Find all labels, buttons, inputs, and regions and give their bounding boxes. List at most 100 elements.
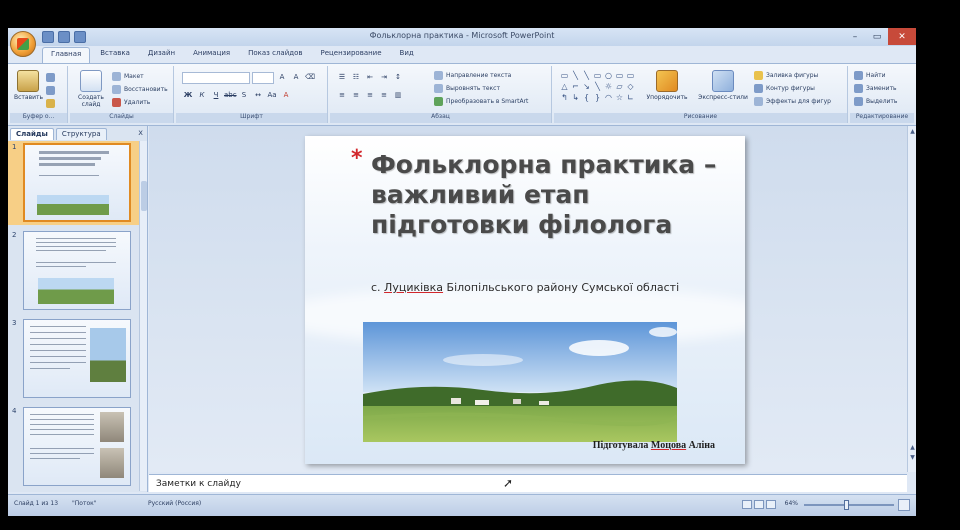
shape-outline-button[interactable]: Контур фигуры [754, 83, 815, 94]
slide-sorter-icon[interactable] [754, 500, 764, 509]
shape-option-17[interactable]: } [593, 93, 602, 102]
delete-slide-button[interactable]: Удалить [112, 97, 150, 108]
align-left-icon[interactable]: ≡ [336, 90, 348, 101]
next-slide-icon[interactable]: ▼ [909, 454, 916, 462]
font-name-combo[interactable] [182, 72, 250, 84]
shape-option-11[interactable]: ☼ [604, 82, 613, 91]
zoom-slider[interactable] [804, 500, 894, 510]
spacing-icon[interactable]: ↔ [252, 90, 264, 101]
bold-icon[interactable]: Ж [182, 90, 194, 101]
shape-option-10[interactable]: ╲ [593, 82, 602, 91]
shape-option-2[interactable]: ╲ [582, 71, 591, 80]
shape-option-5[interactable]: ▭ [615, 71, 624, 80]
slide-subtitle[interactable]: с. Луциківка Білопільського району Сумсь… [371, 280, 701, 295]
village-landscape-image[interactable] [363, 322, 677, 442]
slides-panel-scrollbar[interactable] [139, 141, 147, 491]
slide-scrollbar[interactable]: ▲ ▲ ▼ [907, 126, 916, 472]
tab-slideshow[interactable]: Показ слайдов [240, 47, 310, 63]
new-slide-button[interactable]: Создать слайд [74, 70, 108, 108]
decrease-indent-icon[interactable]: ⇤ [364, 72, 376, 83]
tab-animation[interactable]: Анимация [185, 47, 238, 63]
shape-option-18[interactable]: ◠ [604, 93, 613, 102]
fit-to-window-icon[interactable] [898, 499, 910, 511]
shape-option-6[interactable]: ▭ [626, 71, 635, 80]
columns-icon[interactable]: ▥ [392, 90, 404, 101]
notes-pane[interactable]: Заметки к слайду ➚ [149, 474, 907, 492]
current-slide[interactable]: * Фольклорна практика – важливий етап пі… [305, 136, 745, 464]
shape-option-14[interactable]: ↰ [560, 93, 569, 102]
bullets-icon[interactable]: ☰ [336, 72, 348, 83]
align-right-icon[interactable]: ≡ [364, 90, 376, 101]
shape-option-8[interactable]: ⌐ [571, 82, 580, 91]
smartart-button[interactable]: Преобразовать в SmartArt [434, 96, 528, 107]
minimize-button[interactable]: – [844, 28, 866, 45]
normal-view-icon[interactable] [742, 500, 752, 509]
tab-home[interactable]: Главная [42, 47, 91, 63]
shape-option-0[interactable]: ▭ [560, 71, 569, 80]
language-indicator[interactable]: Русский (Россия) [148, 500, 201, 507]
shape-option-1[interactable]: ╲ [571, 71, 580, 80]
arrange-button[interactable]: Упорядочить [644, 70, 690, 108]
find-button[interactable]: Найти [854, 70, 885, 81]
shape-option-3[interactable]: ▭ [593, 71, 602, 80]
tab-view[interactable]: Вид [392, 47, 422, 63]
slideshow-icon[interactable] [766, 500, 776, 509]
format-painter-icon[interactable] [46, 99, 55, 108]
close-panel-icon[interactable]: x [138, 128, 143, 137]
maximize-button[interactable]: ▭ [866, 28, 888, 45]
paste-button[interactable]: Вставить [14, 70, 43, 108]
shapes-gallery[interactable]: ▭ ╲ ╲ ▭ ○ ▭ ▭ △ ⌐ ↘ ╲ ☼ ▱ ◇ ↰ ↳{} ◠ ☆ ∟ [560, 71, 635, 102]
font-size-combo[interactable] [252, 72, 274, 84]
tab-slides[interactable]: Слайды [10, 128, 54, 140]
line-spacing-icon[interactable]: ↕ [392, 72, 404, 83]
layout-button[interactable]: Макет [112, 71, 144, 82]
shadow-icon[interactable]: S [238, 90, 250, 101]
increase-indent-icon[interactable]: ⇥ [378, 72, 390, 83]
slide-thumbnail-3[interactable]: 3 [8, 317, 140, 401]
shape-option-20[interactable]: ∟ [626, 93, 635, 102]
zoom-slider-handle[interactable] [844, 500, 849, 510]
slide-thumbnail-1[interactable]: 1 [8, 141, 140, 225]
text-direction-button[interactable]: Направление текста [434, 70, 511, 81]
replace-button[interactable]: Заменить [854, 83, 897, 94]
italic-icon[interactable]: К [196, 90, 208, 101]
scroll-up-icon[interactable]: ▲ [909, 128, 916, 136]
tab-outline[interactable]: Структура [55, 128, 107, 140]
shape-fill-button[interactable]: Заливка фигуры [754, 70, 818, 81]
tab-insert[interactable]: Вставка [92, 47, 138, 63]
zoom-level[interactable]: 64% [785, 500, 798, 507]
shape-option-4[interactable]: ○ [604, 71, 613, 80]
reset-button[interactable]: Восстановить [112, 84, 168, 95]
shape-option-19[interactable]: ☆ [615, 93, 624, 102]
previous-slide-icon[interactable]: ▲ [909, 444, 916, 452]
tab-design[interactable]: Дизайн [140, 47, 183, 63]
shape-option-15[interactable]: ↳ [571, 93, 580, 102]
office-button[interactable] [10, 31, 36, 57]
case-icon[interactable]: Aa [266, 90, 278, 101]
justify-icon[interactable]: ≡ [378, 90, 390, 101]
slide-thumbnail-2[interactable]: 2 [8, 229, 140, 313]
align-text-button[interactable]: Выровнять текст [434, 83, 500, 94]
shape-option-7[interactable]: △ [560, 82, 569, 91]
shape-option-9[interactable]: ↘ [582, 82, 591, 91]
clear-format-icon[interactable]: ⌫ [304, 72, 316, 83]
cut-icon[interactable] [46, 73, 55, 82]
shape-effects-button[interactable]: Эффекты для фигур [754, 96, 831, 107]
grow-font-icon[interactable]: A [276, 72, 288, 83]
shape-option-16[interactable]: { [582, 93, 591, 102]
align-center-icon[interactable]: ≡ [350, 90, 362, 101]
copy-icon[interactable] [46, 86, 55, 95]
underline-icon[interactable]: Ч [210, 90, 222, 101]
select-button[interactable]: Выделить [854, 96, 897, 107]
strikethrough-icon[interactable]: abc [224, 90, 237, 101]
slide-thumbnail-4[interactable]: 4 [8, 405, 140, 489]
slide-title[interactable]: Фольклорна практика – важливий етап підг… [371, 150, 731, 240]
shape-option-12[interactable]: ▱ [615, 82, 624, 91]
numbering-icon[interactable]: ☷ [350, 72, 362, 83]
slide-author[interactable]: Підготувала Моцова Аліна [593, 440, 715, 451]
close-button[interactable]: ✕ [888, 28, 916, 45]
quick-styles-button[interactable]: Экспресс-стили [696, 70, 750, 108]
shape-option-13[interactable]: ◇ [626, 82, 635, 91]
shrink-font-icon[interactable]: A [290, 72, 302, 83]
font-color-icon[interactable]: A [280, 90, 292, 101]
